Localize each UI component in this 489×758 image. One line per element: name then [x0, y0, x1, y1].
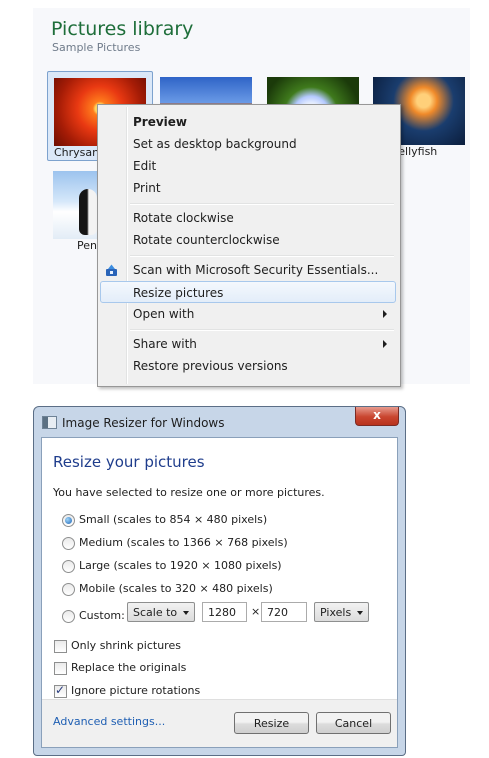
library-title: Pictures library: [51, 18, 194, 40]
dialog-intro: You have selected to resize one or more …: [53, 486, 325, 499]
app-icon: [42, 416, 57, 429]
scale-mode-select[interactable]: Scale to: [127, 602, 195, 622]
thumbnail-label: Jellyfish: [395, 145, 438, 158]
option-label: Only shrink pictures: [71, 639, 181, 652]
height-value: 720: [267, 606, 288, 619]
checkbox[interactable]: [54, 640, 67, 653]
image-resizer-dialog: Image Resizer for Windows x Resize your …: [33, 406, 406, 756]
size-option-label: Small (scales to 854 × 480 pixels): [79, 513, 268, 526]
size-option-label: Large (scales to 1920 × 1080 pixels): [79, 559, 282, 572]
option-label: Ignore picture rotations: [71, 684, 201, 697]
advanced-settings-link[interactable]: Advanced settings...: [53, 715, 165, 728]
menu-separator: [130, 329, 394, 331]
size-option-label: Custom:: [79, 609, 125, 622]
library-subtitle[interactable]: Sample Pictures: [52, 41, 140, 54]
menu-item-set-desktop-background[interactable]: Set as desktop background: [100, 133, 396, 155]
size-option-label: Mobile (scales to 320 × 480 pixels): [79, 582, 273, 595]
close-icon: x: [373, 408, 381, 422]
menu-item-rotate-counterclockwise[interactable]: Rotate counterclockwise: [100, 229, 396, 251]
option-label: Replace the originals: [71, 661, 187, 674]
menu-item-label: Share with: [133, 337, 197, 351]
submenu-arrow-icon: [383, 310, 387, 318]
penguin-shape: [79, 189, 97, 235]
context-menu: Preview Set as desktop background Edit P…: [97, 104, 401, 387]
times-sign: ×: [251, 605, 261, 618]
checkbox[interactable]: [54, 683, 67, 698]
menu-item-print[interactable]: Print: [100, 177, 396, 199]
cancel-button[interactable]: Cancel: [316, 712, 391, 734]
radio-button[interactable]: [62, 583, 75, 596]
menu-item-label: Restore previous versions: [133, 359, 288, 373]
menu-item-share-with[interactable]: Share with: [100, 333, 396, 355]
menu-item-restore-previous-versions[interactable]: Restore previous versions: [100, 355, 396, 377]
menu-item-edit[interactable]: Edit: [100, 155, 396, 177]
chevron-down-icon: [183, 611, 189, 615]
dialog-content: Resize your pictures You have selected t…: [41, 437, 398, 748]
dialog-heading: Resize your pictures: [53, 453, 205, 471]
button-label: Resize: [253, 717, 290, 730]
menu-item-label: Edit: [133, 159, 157, 173]
menu-item-label: Open with: [133, 307, 195, 321]
menu-item-label: Print: [133, 181, 161, 195]
menu-separator: [130, 255, 394, 257]
menu-item-label: Rotate clockwise: [133, 211, 234, 225]
close-button[interactable]: x: [355, 407, 399, 426]
menu-item-rotate-clockwise[interactable]: Rotate clockwise: [100, 207, 396, 229]
radio-button[interactable]: [62, 514, 75, 527]
menu-item-label: Preview: [133, 115, 188, 129]
submenu-arrow-icon: [383, 340, 387, 348]
menu-item-label: Set as desktop background: [133, 137, 297, 151]
menu-item-preview[interactable]: Preview: [100, 111, 396, 133]
dialog-titlebar[interactable]: Image Resizer for Windows x: [34, 407, 405, 437]
checkbox[interactable]: [54, 662, 67, 675]
menu-item-resize-pictures[interactable]: Resize pictures: [100, 281, 396, 303]
width-value: 1280: [208, 606, 236, 619]
menu-item-label: Scan with Microsoft Security Essentials.…: [133, 263, 379, 277]
dialog-footer: Advanced settings... Resize Cancel: [42, 699, 397, 747]
security-essentials-icon: [106, 264, 117, 276]
menu-separator: [130, 203, 394, 205]
thumbnail-label: Pen: [77, 239, 97, 252]
chevron-down-icon: [357, 611, 363, 615]
size-option-label: Medium (scales to 1366 × 768 pixels): [79, 536, 288, 549]
menu-item-open-with[interactable]: Open with: [100, 303, 396, 325]
unit-value: Pixels: [320, 606, 352, 619]
width-field[interactable]: 1280: [202, 602, 247, 622]
height-field[interactable]: 720: [261, 602, 307, 622]
radio-button[interactable]: [62, 537, 75, 550]
dialog-title: Image Resizer for Windows: [62, 416, 225, 430]
menu-item-label: Resize pictures: [133, 286, 224, 300]
unit-select[interactable]: Pixels: [314, 602, 369, 622]
menu-item-label: Rotate counterclockwise: [133, 233, 280, 247]
button-label: Cancel: [334, 717, 373, 730]
scale-mode-value: Scale to: [133, 606, 178, 619]
menu-item-scan-security-essentials[interactable]: Scan with Microsoft Security Essentials.…: [100, 259, 396, 281]
radio-button[interactable]: [62, 610, 75, 623]
thumbnail-label: Chrysan: [54, 146, 100, 159]
resize-button[interactable]: Resize: [234, 712, 309, 734]
radio-button[interactable]: [62, 560, 75, 573]
